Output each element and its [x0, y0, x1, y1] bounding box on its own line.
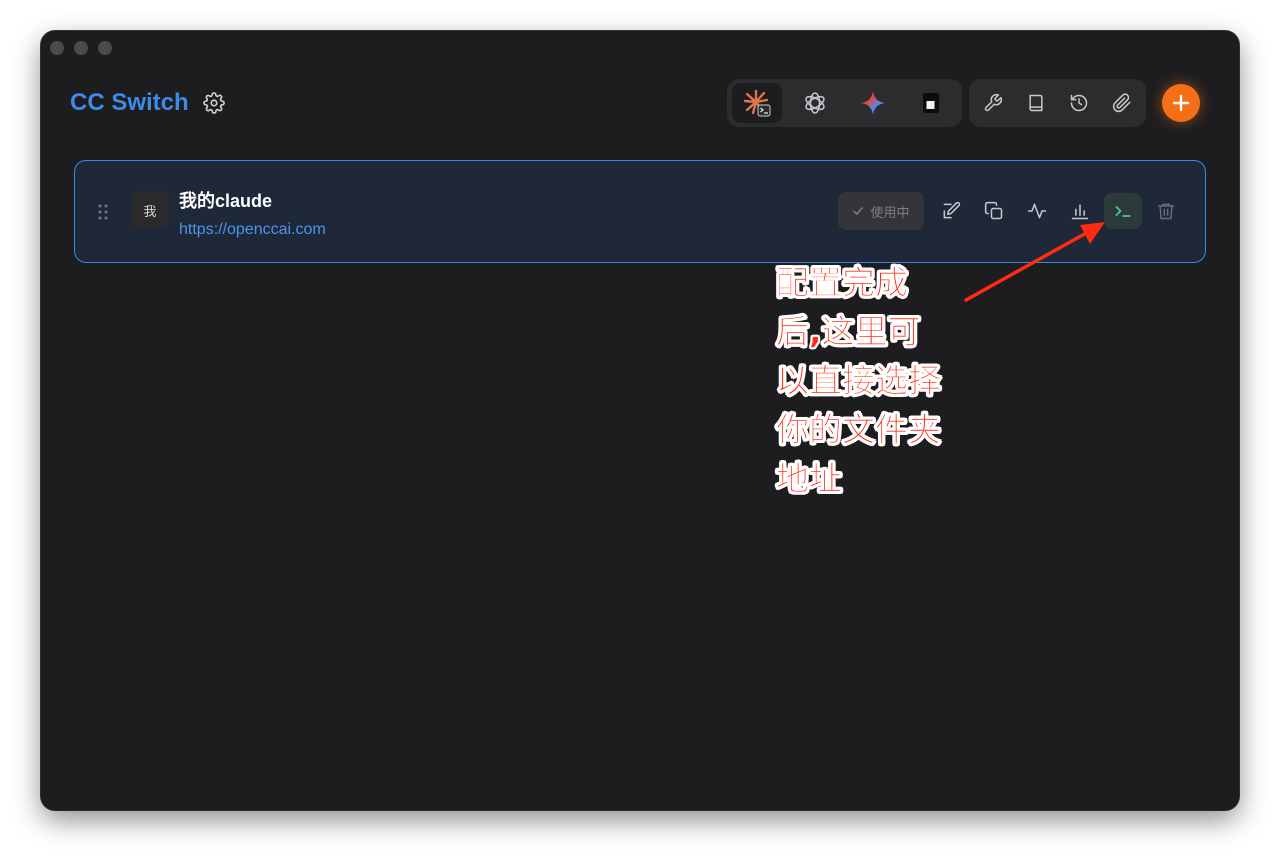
- gemini-sparkle-icon: [861, 91, 885, 115]
- provider-avatar: 我: [131, 191, 169, 229]
- annotation-arrow: [964, 222, 1105, 302]
- grip-vertical-icon: [98, 204, 108, 220]
- trash-icon: [1157, 203, 1175, 220]
- square-terminal-icon: [923, 93, 939, 113]
- app-window: CC Switch 我 我的claude https://openccai.co…: [41, 31, 1239, 810]
- plus-icon: [1172, 94, 1190, 112]
- in-use-status-badge: 使用中: [838, 192, 924, 230]
- paperclip-icon: [1112, 93, 1131, 113]
- activity-icon: [1027, 203, 1047, 219]
- app-tab-terminal[interactable]: [906, 83, 956, 123]
- app-title: CC Switch: [70, 89, 189, 116]
- zoom-window-button[interactable]: [98, 41, 112, 55]
- bar-chart-icon: [1071, 204, 1089, 220]
- provider-name: 我的claude: [179, 191, 273, 211]
- wrench-icon: [984, 93, 1003, 112]
- annotation-text: 配置完成后,这里可以直接选择你的文件夹地址: [776, 263, 942, 499]
- attachments-button[interactable]: [1104, 83, 1140, 123]
- gear-icon: [203, 92, 225, 114]
- edit-icon: [943, 201, 961, 219]
- tools-toolbar: [969, 79, 1146, 127]
- book-icon: [1029, 94, 1043, 112]
- docs-button[interactable]: [1018, 83, 1054, 123]
- app-switcher: [727, 79, 962, 127]
- delete-provider-button[interactable]: [1147, 193, 1185, 229]
- settings-button[interactable]: [203, 92, 225, 114]
- history-icon: [1070, 94, 1088, 112]
- add-provider-button[interactable]: [1162, 84, 1200, 122]
- check-icon: [853, 207, 864, 215]
- app-tab-gemini[interactable]: [848, 83, 898, 123]
- terminal-icon: [1115, 206, 1131, 217]
- status-label: 使用中: [870, 204, 910, 220]
- close-window-button[interactable]: [50, 41, 64, 55]
- window-controls: [50, 41, 112, 55]
- tools-button[interactable]: [975, 83, 1011, 123]
- app-tab-codex[interactable]: [790, 83, 840, 123]
- provider-url[interactable]: https://openccai.com: [179, 221, 326, 239]
- history-button[interactable]: [1061, 83, 1097, 123]
- drag-handle[interactable]: [97, 202, 109, 222]
- minimize-window-button[interactable]: [74, 41, 88, 55]
- app-tab-claude-code[interactable]: [732, 83, 782, 123]
- openai-knot-icon: [805, 92, 825, 114]
- claude-starburst-icon: [743, 89, 771, 117]
- copy-icon: [984, 201, 1003, 220]
